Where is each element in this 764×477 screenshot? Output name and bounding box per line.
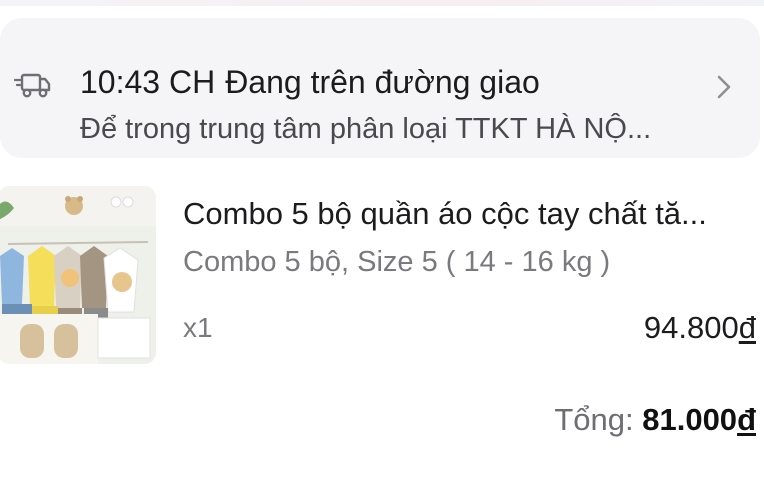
top-divider — [0, 0, 764, 6]
order-total: Tổng: 81.000đ — [554, 402, 756, 438]
chevron-right-icon[interactable] — [714, 73, 734, 101]
product-price-value: 94.800 — [643, 310, 739, 345]
status-detail: Để trong trung tâm phân loại TTKT HÀ NỘ.… — [80, 113, 652, 145]
shipping-status: 10:43 CH Đang trên đường giao — [80, 64, 540, 101]
status-text: Đang trên đường giao — [225, 64, 540, 100]
total-currency: đ — [737, 402, 756, 437]
status-time: 10:43 CH — [80, 64, 216, 100]
product-quantity: x1 — [183, 312, 213, 343]
product-variant: Combo 5 bộ, Size 5 ( 14 - 16 kg ) — [183, 246, 611, 278]
product-price: 94.800đ — [644, 310, 756, 346]
product-thumbnail[interactable] — [0, 186, 156, 364]
total-value: 81.000 — [642, 402, 738, 437]
shipping-status-card[interactable]: 10:43 CH Đang trên đường giao Để trong tr… — [0, 18, 760, 158]
total-label: Tổng: — [554, 402, 634, 437]
truck-icon — [14, 73, 51, 98]
product-title[interactable]: Combo 5 bộ quần áo cộc tay chất tă... — [183, 196, 707, 232]
price-currency: đ — [738, 310, 756, 345]
total-amount: 81.000đ — [642, 402, 756, 437]
